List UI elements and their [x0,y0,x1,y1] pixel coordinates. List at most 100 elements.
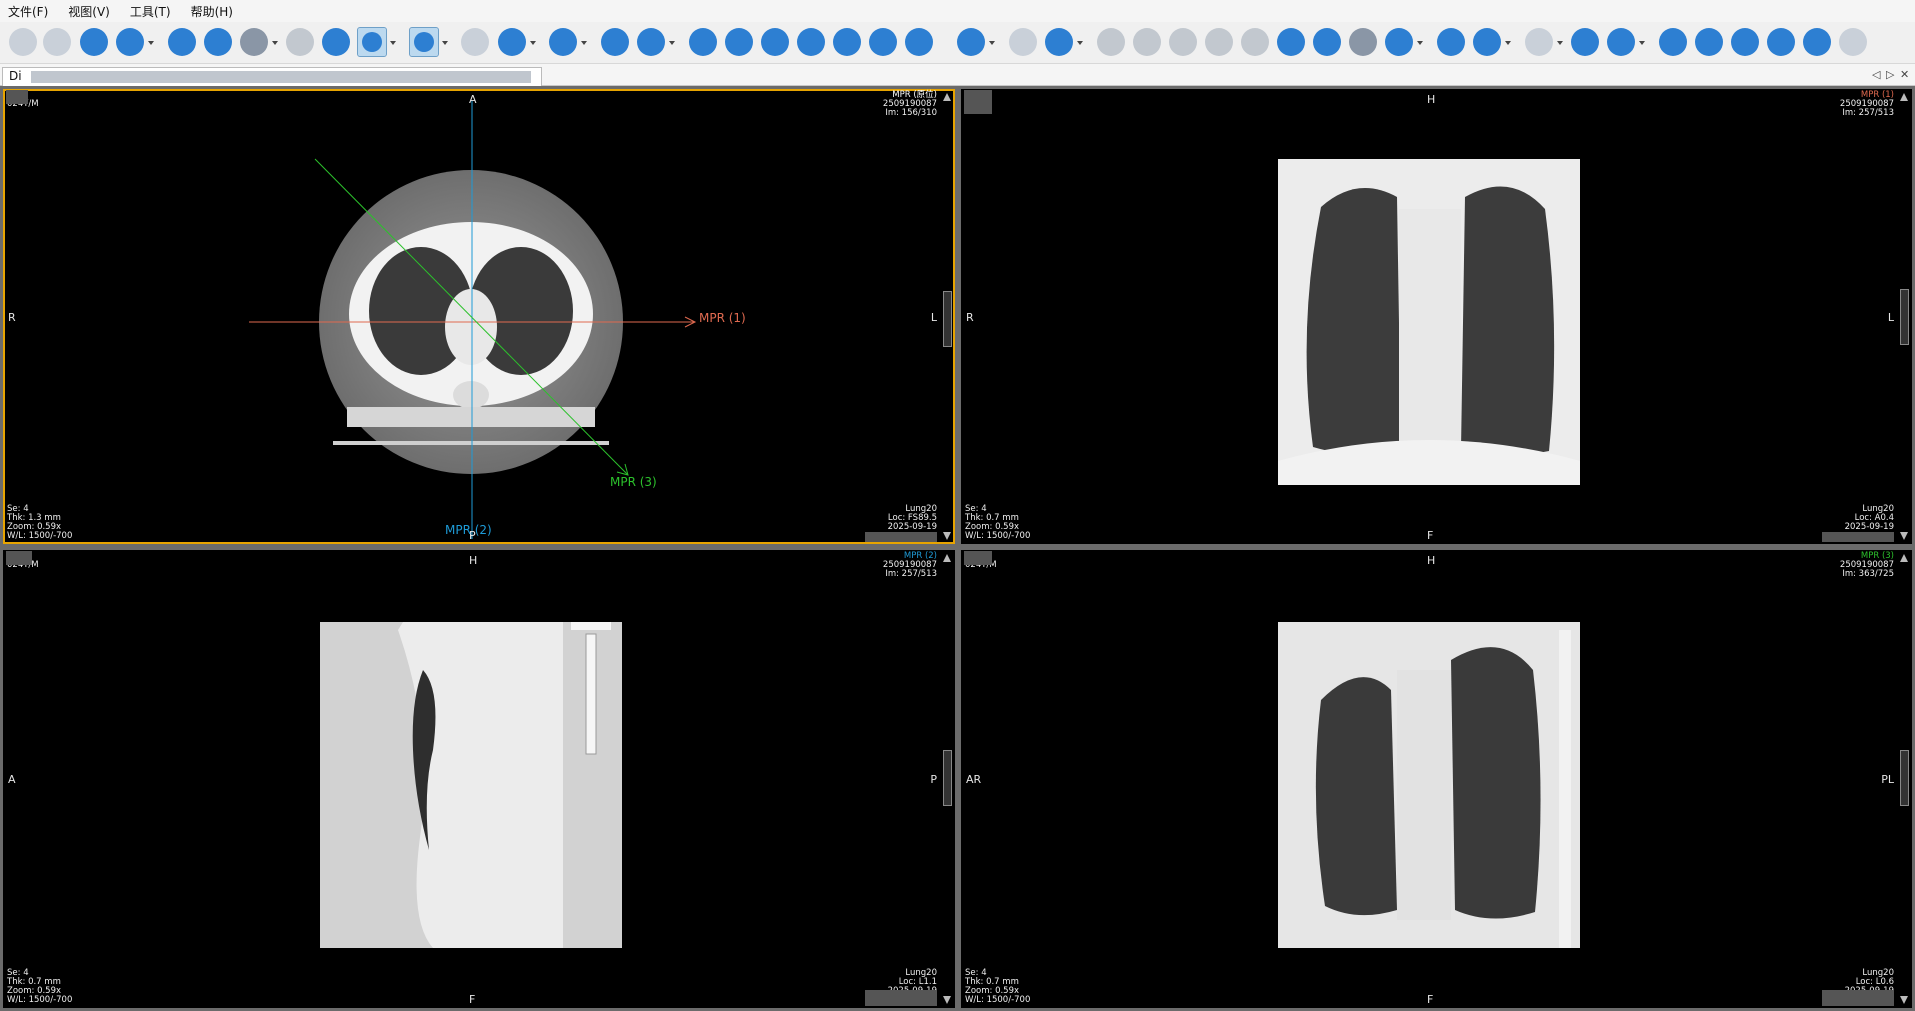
link-icon[interactable] [1313,28,1341,56]
study-tab-label: Di [9,69,22,83]
stack-dropdown-icon[interactable] [390,41,396,45]
viewport-sagittal[interactable]: 0 024Y/M MPR (2) 2509190087 Im: 257/513 … [3,550,955,1008]
scroll-up-icon[interactable] [1900,93,1908,101]
last-icon [1169,28,1197,56]
crosshair-dropdown-icon[interactable] [442,41,448,45]
study-tab[interactable]: Di [2,67,542,86]
scroll-down-icon[interactable] [943,996,951,1004]
crosshair-icon[interactable] [409,27,439,57]
organ-icon[interactable] [761,28,789,56]
scroll-up-icon[interactable] [943,554,951,562]
redacted-patient-info [31,71,531,83]
scroll-down-icon[interactable] [1900,532,1908,540]
probe-dropdown-icon[interactable] [1505,41,1511,45]
unlink-icon[interactable] [1349,28,1377,56]
more-icon[interactable] [168,28,196,56]
menu-tools[interactable]: 工具(T) [130,3,171,20]
menu-view[interactable]: 视图(V) [68,3,110,20]
menu-bar: 文件(F) 视图(V) 工具(T) 帮助(H) [0,0,1915,22]
tab-close-icon[interactable]: ✕ [1900,68,1909,81]
measure-icon[interactable] [689,28,717,56]
scroll-down-icon[interactable] [1900,996,1908,1004]
eraser-icon[interactable] [1803,28,1831,56]
probe-icon[interactable] [1473,28,1501,56]
print-icon[interactable] [1045,28,1073,56]
sync-icon[interactable] [1277,28,1305,56]
cursor-icon[interactable] [1437,28,1465,56]
redacted-block [6,551,32,565]
tab-prev-icon[interactable]: ◁ [1872,68,1880,81]
overlay-acquisition: Se: 4 Thk: 0.7 mm Zoom: 0.59x W/L: 1500/… [965,968,1031,1005]
lungs-icon[interactable] [725,28,753,56]
mpr2-line-label[interactable]: MPR (2) [445,523,492,537]
series-icon[interactable] [322,28,350,56]
orientation-left: R [966,311,974,324]
menu-help[interactable]: 帮助(H) [191,3,233,20]
roi-icon[interactable] [1767,28,1795,56]
viewport-scrollbar[interactable] [942,91,953,542]
bulb-icon[interactable] [1385,28,1413,56]
sagittal-image [320,622,622,948]
ellipse-icon[interactable] [1695,28,1723,56]
window-level-icon[interactable] [637,28,665,56]
stack-icon[interactable] [357,27,387,57]
colormap-icon[interactable] [797,28,825,56]
print-dropdown-icon[interactable] [1077,41,1083,45]
orientation-right: P [930,773,937,786]
ruler-icon[interactable] [1659,28,1687,56]
capture-dropdown-icon[interactable] [989,41,995,45]
scroll-up-icon[interactable] [1900,554,1908,562]
text-annotation-icon [461,28,489,56]
refresh-icon[interactable] [80,28,108,56]
angle-icon[interactable] [1607,28,1635,56]
capture-icon[interactable] [957,28,985,56]
window-level-dropdown-icon[interactable] [669,41,675,45]
scroll-thumb[interactable] [943,291,952,347]
rect-icon[interactable] [1731,28,1759,56]
viewport-coronal[interactable]: 0 M MPR (1) 2509190087 Im: 257/513 Se: 4… [961,89,1912,544]
mpr3-line-label[interactable]: MPR (3) [610,475,657,489]
magnifier-icon[interactable] [549,28,577,56]
redo-icon [43,28,71,56]
overlay-study-info: 2509190087 Im: 363/725 [1839,560,1894,579]
scroll-up-icon[interactable] [943,93,951,101]
layout-dropdown-icon[interactable] [272,41,278,45]
toggle-dropdown-icon[interactable] [1557,41,1563,45]
invert-icon[interactable] [833,28,861,56]
layout-icon[interactable] [240,28,268,56]
tab-next-icon[interactable]: ▷ [1886,68,1894,81]
redacted-block [1822,990,1894,1006]
mpr1-line-label[interactable]: MPR (1) [699,311,746,325]
viewport-scrollbar[interactable] [1899,91,1910,542]
zoom-dropdown-icon[interactable] [530,41,536,45]
overlay-preset: Lung20 Loc: FS89.5 2025-09-19 [887,504,937,532]
magnifier-dropdown-icon[interactable] [581,41,587,45]
orientation-top: H [1427,554,1436,567]
viewport-oblique[interactable]: 024Y/M MPR (3) 2509190087 Im: 363/725 Se… [961,550,1912,1008]
first-icon [1133,28,1161,56]
viewport-scrollbar[interactable] [942,552,953,1006]
bulb-dropdown-icon[interactable] [1417,41,1423,45]
info-icon[interactable] [204,28,232,56]
clipboard-dropdown-icon[interactable] [148,41,154,45]
scroll-thumb[interactable] [1900,289,1909,345]
oblique-image [1278,622,1580,948]
menu-file[interactable]: 文件(F) [8,3,48,20]
orientation-top: H [1427,93,1436,106]
angle-dropdown-icon[interactable] [1639,41,1645,45]
overlay-acquisition: Se: 4 Thk: 0.7 mm Zoom: 0.59x W/L: 1500/… [7,968,73,1005]
axial-image [249,101,697,539]
scroll-down-icon[interactable] [943,532,951,540]
line-icon[interactable] [1571,28,1599,56]
viewport-axial[interactable]: 024Y/M MPR (原位) 2509190087 Im: 156/310 S… [3,89,955,544]
orientation-bottom: F [469,993,476,1006]
rotate-icon[interactable] [869,28,897,56]
scroll-thumb[interactable] [1900,750,1909,806]
orientation-top: H [469,554,478,567]
edit-icon[interactable] [905,28,933,56]
pan-hand-icon[interactable] [601,28,629,56]
scroll-thumb[interactable] [943,750,952,806]
clipboard-icon[interactable] [116,28,144,56]
viewport-scrollbar[interactable] [1899,552,1910,1006]
zoom-icon[interactable] [498,28,526,56]
